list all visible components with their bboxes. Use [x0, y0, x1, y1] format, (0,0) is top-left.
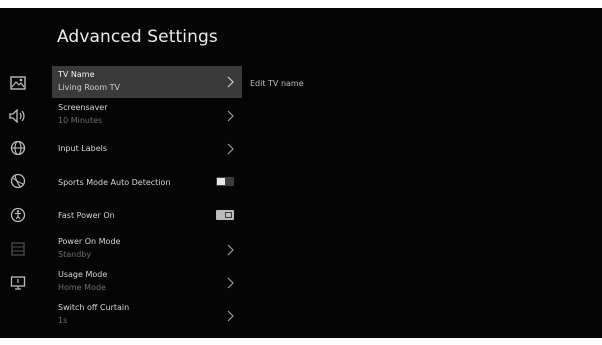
- menu-item-power-on-mode[interactable]: Power On Mode Standby: [52, 234, 242, 266]
- menu-item-switch-off-curtain[interactable]: Switch off Curtain 1s: [52, 300, 242, 332]
- menu-item-sports-mode-auto-detection[interactable]: Sports Mode Auto Detection: [52, 166, 242, 198]
- network-icon[interactable]: [9, 139, 27, 157]
- screenshot-frame: Advanced Settings TV Name Living Room TV…: [0, 0, 602, 345]
- accessibility-icon[interactable]: [9, 206, 27, 224]
- menu-item-fast-power-on[interactable]: Fast Power On: [52, 200, 242, 232]
- menu-item-label: Fast Power On: [58, 211, 115, 220]
- display-icon[interactable]: [9, 274, 27, 292]
- menu-item-label: Switch off Curtain: [58, 303, 130, 312]
- menu-item-value: 10 Minutes: [58, 116, 103, 125]
- menu-item-tv-name[interactable]: TV Name Living Room TV: [52, 66, 242, 98]
- menu-item-label: Usage Mode: [58, 270, 108, 279]
- menu-item-input-labels[interactable]: Input Labels: [52, 133, 242, 165]
- menu-item-value: 1s: [58, 316, 68, 325]
- page-title: Advanced Settings: [57, 27, 218, 47]
- menu-item-screensaver[interactable]: Screensaver 10 Minutes: [52, 100, 242, 132]
- chevron-right-icon: [227, 277, 234, 289]
- toggle-knob: [217, 178, 225, 185]
- menu-item-label: Sports Mode Auto Detection: [58, 178, 171, 187]
- menu-item-value: Home Mode: [58, 283, 106, 292]
- system-icon[interactable]: [9, 240, 27, 258]
- menu-item-value: Standby: [58, 250, 92, 259]
- tv-settings-screen: Advanced Settings TV Name Living Room TV…: [0, 8, 602, 338]
- chevron-right-icon: [227, 244, 234, 256]
- sports-mode-toggle[interactable]: [216, 177, 234, 186]
- chevron-right-icon: [227, 310, 234, 322]
- checkmark-icon: [225, 212, 232, 218]
- menu-item-usage-mode[interactable]: Usage Mode Home Mode: [52, 267, 242, 299]
- chevron-right-icon: [227, 143, 234, 155]
- chevron-right-icon: [227, 110, 234, 122]
- fast-power-on-checkbox[interactable]: [216, 210, 234, 220]
- picture-icon[interactable]: [9, 74, 27, 92]
- menu-item-value: Living Room TV: [58, 83, 121, 92]
- sports-icon[interactable]: [9, 172, 27, 190]
- detail-description: Edit TV name: [250, 79, 304, 88]
- chevron-right-icon: [227, 76, 234, 88]
- menu-item-label: TV Name: [58, 70, 95, 79]
- menu-item-label: Screensaver: [58, 103, 108, 112]
- menu-item-label: Input Labels: [58, 144, 108, 153]
- menu-item-label: Power On Mode: [58, 237, 121, 246]
- sound-icon[interactable]: [9, 107, 27, 125]
